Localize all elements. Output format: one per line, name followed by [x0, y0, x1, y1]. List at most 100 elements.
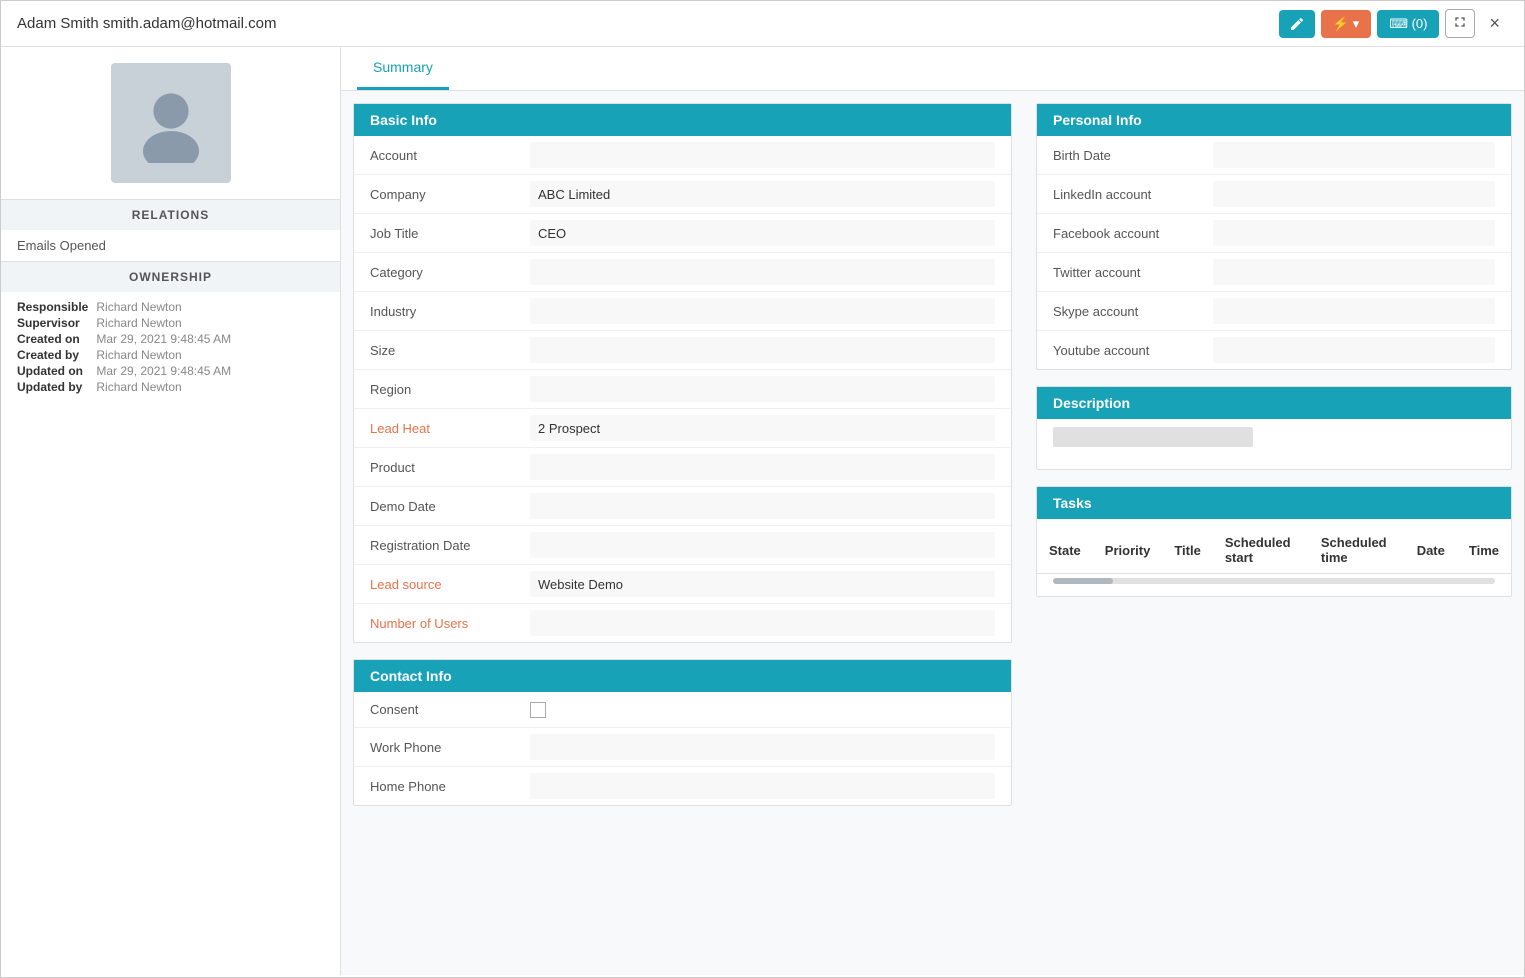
tasks-scrollbar[interactable]: [1053, 578, 1495, 584]
company-label: Company: [370, 187, 530, 202]
lead-source-label: Lead source: [370, 577, 530, 592]
edit-button[interactable]: [1279, 10, 1315, 38]
job-title-label: Job Title: [370, 226, 530, 241]
main-window: Adam Smith smith.adam@hotmail.com ⚡ ▾ ⌨ …: [0, 0, 1525, 978]
tasks-scrollbar-thumb[interactable]: [1053, 578, 1113, 584]
description-bar: [1053, 427, 1253, 447]
basic-info-header: Basic Info: [354, 104, 1011, 136]
demo-date-value: [530, 493, 995, 519]
tab-summary[interactable]: Summary: [357, 47, 449, 90]
twitter-label: Twitter account: [1053, 265, 1213, 280]
col-scheduled-time: Scheduled time: [1309, 527, 1405, 574]
facebook-value: [1213, 220, 1495, 246]
lead-source-value: Website Demo: [530, 571, 995, 597]
action-dropdown-button[interactable]: ⚡ ▾: [1321, 10, 1372, 38]
consent-checkbox[interactable]: [530, 702, 546, 718]
category-value: [530, 259, 995, 285]
chat-button[interactable]: ⌨ (0): [1377, 10, 1439, 38]
ownership-title: OWNERSHIP: [1, 262, 340, 292]
body-layout: RELATIONS Emails Opened OWNERSHIP Respon…: [1, 47, 1524, 975]
created-on-value: Mar 29, 2021 9:48:45 AM: [96, 332, 324, 346]
responsible-value: Richard Newton: [96, 300, 324, 314]
home-phone-row: Home Phone: [354, 767, 1011, 805]
close-button[interactable]: ×: [1481, 9, 1508, 38]
youtube-value: [1213, 337, 1495, 363]
company-value: ABC Limited: [530, 181, 995, 207]
company-row: Company ABC Limited: [354, 175, 1011, 214]
lead-heat-row: Lead Heat 2 Prospect: [354, 409, 1011, 448]
updated-on-label: Updated on: [17, 364, 88, 378]
consent-label: Consent: [370, 702, 530, 717]
created-on-label: Created on: [17, 332, 88, 346]
num-users-value: [530, 610, 995, 636]
lead-heat-value: 2 Prospect: [530, 415, 995, 441]
expand-button[interactable]: [1445, 9, 1475, 38]
basic-info-card: Basic Info Account Company ABC Limited: [353, 103, 1012, 643]
expand-icon: [1452, 14, 1468, 30]
description-card: Description: [1036, 386, 1512, 470]
linkedin-value: [1213, 181, 1495, 207]
registration-date-row: Registration Date: [354, 526, 1011, 565]
region-row: Region: [354, 370, 1011, 409]
supervisor-label: Supervisor: [17, 316, 88, 330]
ownership-grid: Responsible Richard Newton Supervisor Ri…: [1, 292, 340, 402]
contact-info-body: Consent Work Phone Home Phone: [354, 692, 1011, 805]
home-phone-value: [530, 773, 995, 799]
updated-by-label: Updated by: [17, 380, 88, 394]
contact-info-header: Contact Info: [354, 660, 1011, 692]
pencil-icon: [1289, 16, 1305, 32]
work-phone-row: Work Phone: [354, 728, 1011, 767]
dropdown-arrow: ▾: [1353, 16, 1360, 32]
facebook-label: Facebook account: [1053, 226, 1213, 241]
account-label: Account: [370, 148, 530, 163]
home-phone-label: Home Phone: [370, 779, 530, 794]
ownership-section: OWNERSHIP Responsible Richard Newton Sup…: [1, 261, 340, 402]
num-users-row: Number of Users: [354, 604, 1011, 642]
created-by-label: Created by: [17, 348, 88, 362]
col-state: State: [1037, 527, 1093, 574]
twitter-row: Twitter account: [1037, 253, 1511, 292]
skype-value: [1213, 298, 1495, 324]
col-date: Date: [1405, 527, 1457, 574]
sections-row: Basic Info Account Company ABC Limited: [341, 91, 1524, 834]
emails-opened-item[interactable]: Emails Opened: [1, 230, 340, 261]
action-label: ⚡: [1333, 16, 1349, 32]
region-label: Region: [370, 382, 530, 397]
description-header: Description: [1037, 387, 1511, 419]
work-phone-label: Work Phone: [370, 740, 530, 755]
account-row: Account: [354, 136, 1011, 175]
tasks-body: State Priority Title Scheduled start Sch…: [1037, 519, 1511, 596]
contact-info-card: Contact Info Consent Work Phone: [353, 659, 1012, 806]
created-by-value: Richard Newton: [96, 348, 324, 362]
size-value: [530, 337, 995, 363]
birth-date-label: Birth Date: [1053, 148, 1213, 163]
personal-info-header: Personal Info: [1037, 104, 1511, 136]
tasks-table: State Priority Title Scheduled start Sch…: [1037, 527, 1511, 574]
avatar: [111, 63, 231, 183]
col-title: Title: [1162, 527, 1213, 574]
col-priority: Priority: [1093, 527, 1163, 574]
skype-row: Skype account: [1037, 292, 1511, 331]
updated-on-value: Mar 29, 2021 9:48:45 AM: [96, 364, 324, 378]
size-label: Size: [370, 343, 530, 358]
linkedin-label: LinkedIn account: [1053, 187, 1213, 202]
region-value: [530, 376, 995, 402]
consent-row: Consent: [354, 692, 1011, 728]
tasks-header: Tasks: [1037, 487, 1511, 519]
relations-section: RELATIONS Emails Opened: [1, 199, 340, 261]
right-column: Personal Info Birth Date LinkedIn accoun…: [1024, 91, 1524, 834]
header: Adam Smith smith.adam@hotmail.com ⚡ ▾ ⌨ …: [1, 1, 1524, 47]
header-title: Adam Smith smith.adam@hotmail.com: [17, 15, 1279, 32]
supervisor-value: Richard Newton: [96, 316, 324, 330]
job-title-value: CEO: [530, 220, 995, 246]
header-actions: ⚡ ▾ ⌨ (0) ×: [1279, 9, 1509, 38]
num-users-label: Number of Users: [370, 616, 530, 631]
lead-source-row: Lead source Website Demo: [354, 565, 1011, 604]
col-scheduled-start: Scheduled start: [1213, 527, 1309, 574]
industry-row: Industry: [354, 292, 1011, 331]
account-value: [530, 142, 995, 168]
skype-label: Skype account: [1053, 304, 1213, 319]
left-column: Basic Info Account Company ABC Limited: [341, 91, 1024, 834]
main-content: Summary Basic Info Account: [341, 47, 1524, 975]
lead-heat-label: Lead Heat: [370, 421, 530, 436]
